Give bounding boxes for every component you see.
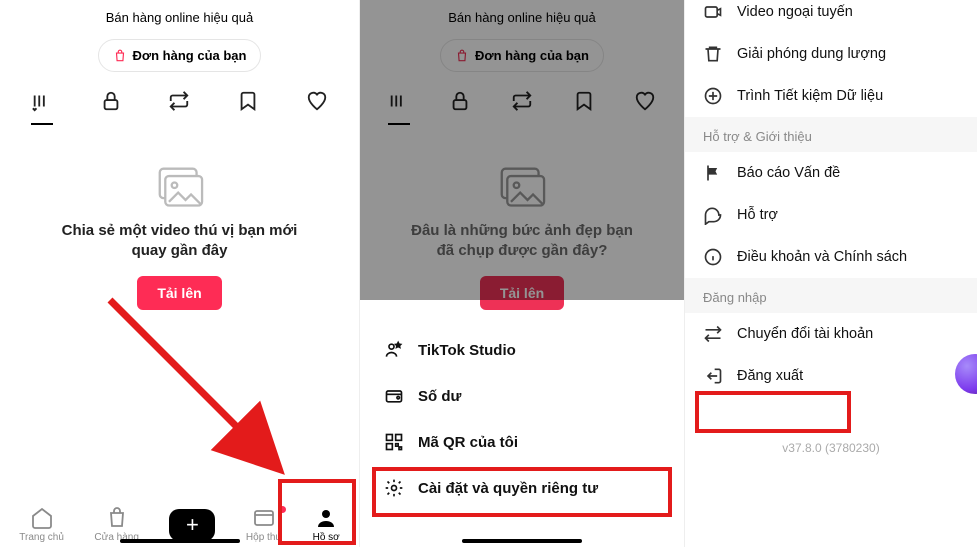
tab-private[interactable]: [100, 90, 122, 117]
home-indicator: [120, 539, 240, 543]
modal-backdrop[interactable]: [360, 0, 684, 300]
image-placeholder-icon: [152, 165, 208, 211]
nav-shop[interactable]: Cửa hàng: [94, 506, 139, 543]
tab-saved[interactable]: [237, 90, 259, 117]
tab-liked[interactable]: [306, 90, 328, 117]
sheet-tiktok-studio[interactable]: TikTok Studio: [360, 327, 684, 373]
plus-button[interactable]: +: [169, 509, 215, 541]
tab-repost[interactable]: [168, 90, 190, 117]
tagline: Bán hàng online hiệu quả: [0, 0, 359, 33]
plus-icon: +: [186, 514, 199, 536]
sheet-balance[interactable]: Số dư: [360, 373, 684, 419]
tab-sort[interactable]: [31, 90, 53, 117]
profile-tabs: [0, 78, 359, 125]
switch-icon: [703, 324, 723, 344]
info-icon: [703, 247, 723, 267]
nav-home[interactable]: Trang chủ: [19, 506, 64, 543]
row-terms[interactable]: Điều khoản và Chính sách: [685, 236, 977, 278]
annotation-box-settings: [372, 467, 672, 517]
flag-icon: [703, 163, 723, 183]
row-offline-video[interactable]: Video ngoại tuyến: [685, 0, 977, 33]
row-switch-account[interactable]: Chuyển đổi tài khoản: [685, 313, 977, 355]
section-login-header: Đăng nhập: [685, 278, 977, 313]
annotation-arrow: [100, 290, 300, 490]
qr-icon: [384, 432, 404, 452]
empty-state: Chia sẻ một video thú vị bạn mới quay gầ…: [0, 125, 359, 310]
wallet-icon: [384, 386, 404, 406]
video-icon: [703, 2, 723, 22]
lock-icon: [100, 90, 122, 112]
person-star-icon: [384, 340, 404, 360]
annotation-box-profile: [278, 479, 356, 545]
order-button-label: Đơn hàng của bạn: [133, 48, 247, 63]
row-free-space[interactable]: Giải phóng dung lượng: [685, 33, 977, 75]
row-data-saver[interactable]: Trình Tiết kiệm Dữ liệu: [685, 75, 977, 117]
inbox-icon: [252, 506, 276, 530]
home-icon: [30, 506, 54, 530]
nav-inbox[interactable]: Hộp thư: [246, 506, 282, 543]
row-report[interactable]: Báo cáo Vấn đề: [685, 152, 977, 194]
bag-icon: [113, 49, 127, 63]
home-indicator: [462, 539, 582, 543]
chat-icon: [703, 205, 723, 225]
heart-icon: [306, 90, 328, 112]
row-support[interactable]: Hỗ trợ: [685, 194, 977, 236]
nav-create[interactable]: +: [169, 509, 215, 541]
section-support-header: Hỗ trợ & Giới thiệu: [685, 117, 977, 152]
annotation-box-logout: [695, 391, 851, 433]
shop-icon: [105, 506, 129, 530]
sort-icon: [31, 90, 53, 112]
upload-button[interactable]: Tải lên: [137, 276, 221, 310]
empty-title: Chia sẻ một video thú vị bạn mới quay gầ…: [20, 221, 339, 262]
bookmark-icon: [237, 90, 259, 112]
data-saver-icon: [703, 86, 723, 106]
trash-icon: [703, 44, 723, 64]
sheet-qr[interactable]: Mã QR của tôi: [360, 419, 684, 465]
order-button[interactable]: Đơn hàng của bạn: [98, 39, 262, 72]
repost-icon: [168, 90, 190, 112]
logout-icon: [703, 366, 723, 386]
